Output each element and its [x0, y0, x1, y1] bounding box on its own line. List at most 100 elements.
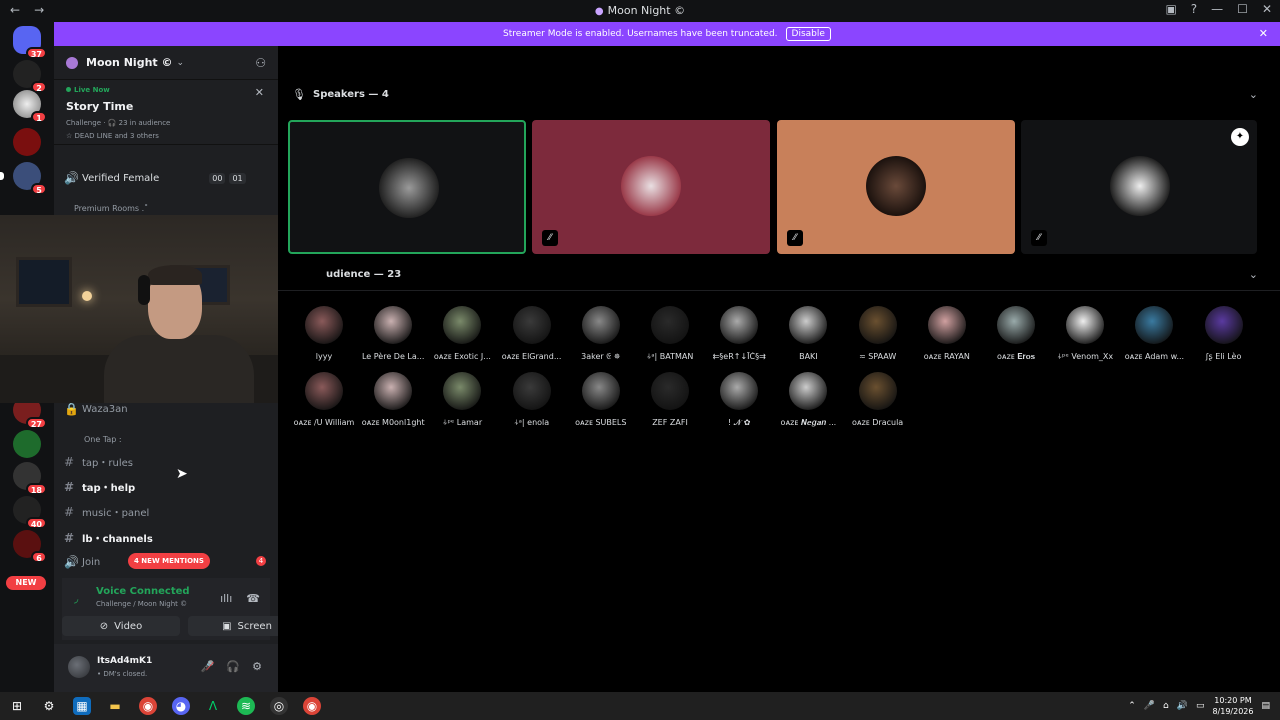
- speaker-icon: 🔊: [64, 171, 79, 185]
- obs-icon[interactable]: ◎: [270, 697, 288, 715]
- close-window-icon[interactable]: ✕: [1262, 2, 1272, 16]
- audience-member[interactable]: ᴏᴀᴢᴇ Adam w...: [1118, 306, 1190, 361]
- voice-status[interactable]: Voice Connected: [96, 586, 190, 597]
- speaker-tile[interactable]: ⁄⁄: [777, 120, 1015, 254]
- audience-member[interactable]: ≂ SPAAW: [842, 306, 914, 361]
- settings-icon[interactable]: ⚙: [40, 697, 58, 715]
- minimize-icon[interactable]: —: [1211, 2, 1223, 16]
- close-banner-icon[interactable]: ✕: [1259, 27, 1268, 40]
- inbox-icon[interactable]: ▣: [1165, 2, 1176, 16]
- mention-badge: 37: [25, 47, 47, 59]
- audience-member[interactable]: ʃʂ Eli Lèo: [1188, 306, 1260, 361]
- category-one-tap[interactable]: One Tap :: [84, 435, 122, 444]
- folder-icon[interactable]: ▬: [106, 697, 124, 715]
- channel-tap-rules[interactable]: # tap・rules: [64, 454, 133, 470]
- category-premium-rooms[interactable]: Premium Rooms .˚: [74, 204, 148, 213]
- maximize-icon[interactable]: ☐: [1237, 2, 1248, 16]
- username[interactable]: ItsAd4mK1: [97, 656, 152, 666]
- audience-member[interactable]: ᴏᴀᴢᴇ Exotic J...: [426, 306, 498, 361]
- channel-verified-female[interactable]: 🔊 Verified Female 00 01: [64, 171, 246, 185]
- audience-name: ⍭ᵃ| BATMAN: [646, 352, 694, 361]
- discord-icon[interactable]: ◕: [172, 697, 190, 715]
- audience-member[interactable]: BAKI: [772, 306, 844, 361]
- avatar[interactable]: [68, 656, 90, 678]
- headphones-icon[interactable]: 🎧: [226, 660, 240, 673]
- app-icon[interactable]: Λ: [204, 697, 222, 715]
- voice-channel-path[interactable]: Challenge / Moon Night ©: [96, 600, 187, 608]
- video-button[interactable]: ⊘ Video: [62, 616, 180, 636]
- signal-icon[interactable]: ◞: [74, 592, 78, 605]
- channel-lb-channels[interactable]: # lb・channels: [64, 530, 153, 546]
- server-icon[interactable]: 1: [13, 90, 47, 123]
- channel-join[interactable]: 🔊 Join: [64, 555, 100, 569]
- add-member-icon[interactable]: ⚇: [255, 56, 266, 70]
- audience-name: Le Père De La...: [361, 352, 425, 361]
- disable-button[interactable]: Disable: [785, 27, 831, 41]
- server-icon[interactable]: [13, 430, 41, 458]
- close-icon[interactable]: ✕: [255, 86, 264, 99]
- new-mentions-pill[interactable]: 4 NEW MENTIONS: [128, 553, 210, 569]
- chevron-down-icon[interactable]: ⌄: [1249, 268, 1258, 281]
- network-icon[interactable]: ⌂: [1163, 701, 1169, 711]
- server-icon[interactable]: 6: [13, 530, 47, 563]
- audience-name: lyyy: [315, 352, 333, 361]
- gear-icon[interactable]: ⚙: [252, 660, 262, 673]
- audience-member[interactable]: ! 𝓝 ✿: [703, 372, 775, 428]
- mic-muted-icon[interactable]: 🎤̸: [201, 660, 215, 673]
- audience-member[interactable]: ⍭ᵃ| BATMAN: [634, 306, 706, 362]
- moderator-icon: ✦: [1231, 128, 1249, 146]
- chevron-down-icon[interactable]: ⌄: [1249, 88, 1258, 101]
- audience-member[interactable]: ᴏᴀᴢᴇ 𝐄𝐫𝐨𝐬: [980, 306, 1052, 362]
- audience-name: ᴏᴀᴢᴇ /U William: [293, 418, 355, 427]
- server-icon[interactable]: [13, 128, 41, 156]
- disconnect-icon[interactable]: ☎: [246, 592, 260, 605]
- volume-icon[interactable]: 🔊: [1177, 701, 1188, 711]
- speaker-tile[interactable]: [288, 120, 526, 254]
- audience-name: ᴏᴀᴢᴇ Adam w...: [1124, 352, 1185, 361]
- audience-member[interactable]: ⇇§eR↑↓ĪČ§⇉: [703, 306, 775, 361]
- help-icon[interactable]: ?: [1191, 2, 1197, 16]
- title-bar: ← → ● Moon Night © ▣ ? — ☐ ✕: [0, 0, 1280, 22]
- battery-icon[interactable]: ▭: [1196, 701, 1205, 711]
- server-header[interactable]: Moon Night © ⌄ ⚇: [54, 46, 278, 80]
- speaker-tile[interactable]: ⁄⁄ ✦: [1021, 120, 1257, 254]
- new-unreads-badge[interactable]: NEW: [6, 576, 46, 590]
- audience-member[interactable]: ZEF ZAFI: [634, 372, 706, 427]
- spotify-icon[interactable]: ≋: [237, 697, 255, 715]
- clock[interactable]: 10:20 PM 8/19/2026: [1212, 695, 1253, 717]
- audience-member[interactable]: ⍭ᵖᵉ Venom_Xx: [1049, 306, 1121, 362]
- audience-member[interactable]: ᴏᴀᴢᴇ M0onl1ght: [357, 372, 429, 427]
- store-icon[interactable]: ▦: [73, 697, 91, 715]
- audience-member[interactable]: ⍭ᵃ| enola: [496, 372, 568, 428]
- divider: [278, 290, 1280, 291]
- channel-tap-help[interactable]: # tap・help: [64, 479, 135, 495]
- channel-music-panel[interactable]: # music・panel: [64, 504, 149, 520]
- taskbar: ⊞ ⚙ ▦ ▬ ◉ ◕ Λ ≋ ◎ ◉ ⌃ 🎤 ⌂ 🔊 ▭ 10:20 PM 8/…: [0, 692, 1280, 720]
- audience-member[interactable]: ᴏᴀᴢᴇ SUBELS: [565, 372, 637, 427]
- mention-badge: 1: [31, 111, 47, 123]
- audience-member[interactable]: ᴏᴀᴢᴇ ElGrand...: [496, 306, 568, 361]
- home-dm-button[interactable]: 37: [13, 26, 47, 59]
- channel-waza3an[interactable]: 🔒 Waza3an: [64, 402, 128, 416]
- server-icon[interactable]: 5: [0, 162, 47, 195]
- speaker-tile[interactable]: ⁄⁄: [532, 120, 770, 254]
- server-icon[interactable]: 18: [13, 462, 47, 495]
- audience-member[interactable]: ᴏᴀᴢᴇ /U William: [288, 372, 360, 427]
- notification-icon[interactable]: ▤: [1261, 701, 1270, 711]
- server-icon[interactable]: 2: [13, 60, 47, 93]
- noise-suppression-icon[interactable]: ıllı: [220, 592, 232, 605]
- audience-member[interactable]: ᴏᴀᴢᴇ RAYAN: [911, 306, 983, 361]
- mic-icon[interactable]: 🎤: [1144, 701, 1155, 711]
- chevron-up-icon[interactable]: ⌃: [1128, 701, 1136, 711]
- audience-member[interactable]: ⍭ᵖᵉ Lamar: [426, 372, 498, 428]
- live-stage-card[interactable]: Live Now Story Time Challenge · 🎧 23 in …: [54, 80, 278, 145]
- chrome-icon[interactable]: ◉: [139, 697, 157, 715]
- audience-member[interactable]: ᴏᴀᴢᴇ 𝑵𝒆𝒈𝒂𝒏 ...: [772, 372, 844, 428]
- audience-member[interactable]: 3aker 𝔈 ✵: [565, 306, 637, 362]
- server-icon[interactable]: 40: [13, 496, 47, 529]
- windows-start-icon[interactable]: ⊞: [8, 697, 26, 715]
- audience-member[interactable]: Le Père De La...: [357, 306, 429, 361]
- chrome-icon[interactable]: ◉: [303, 697, 321, 715]
- audience-member[interactable]: lyyy: [288, 306, 360, 361]
- audience-member[interactable]: ᴏᴀᴢᴇ Dracula: [842, 372, 914, 427]
